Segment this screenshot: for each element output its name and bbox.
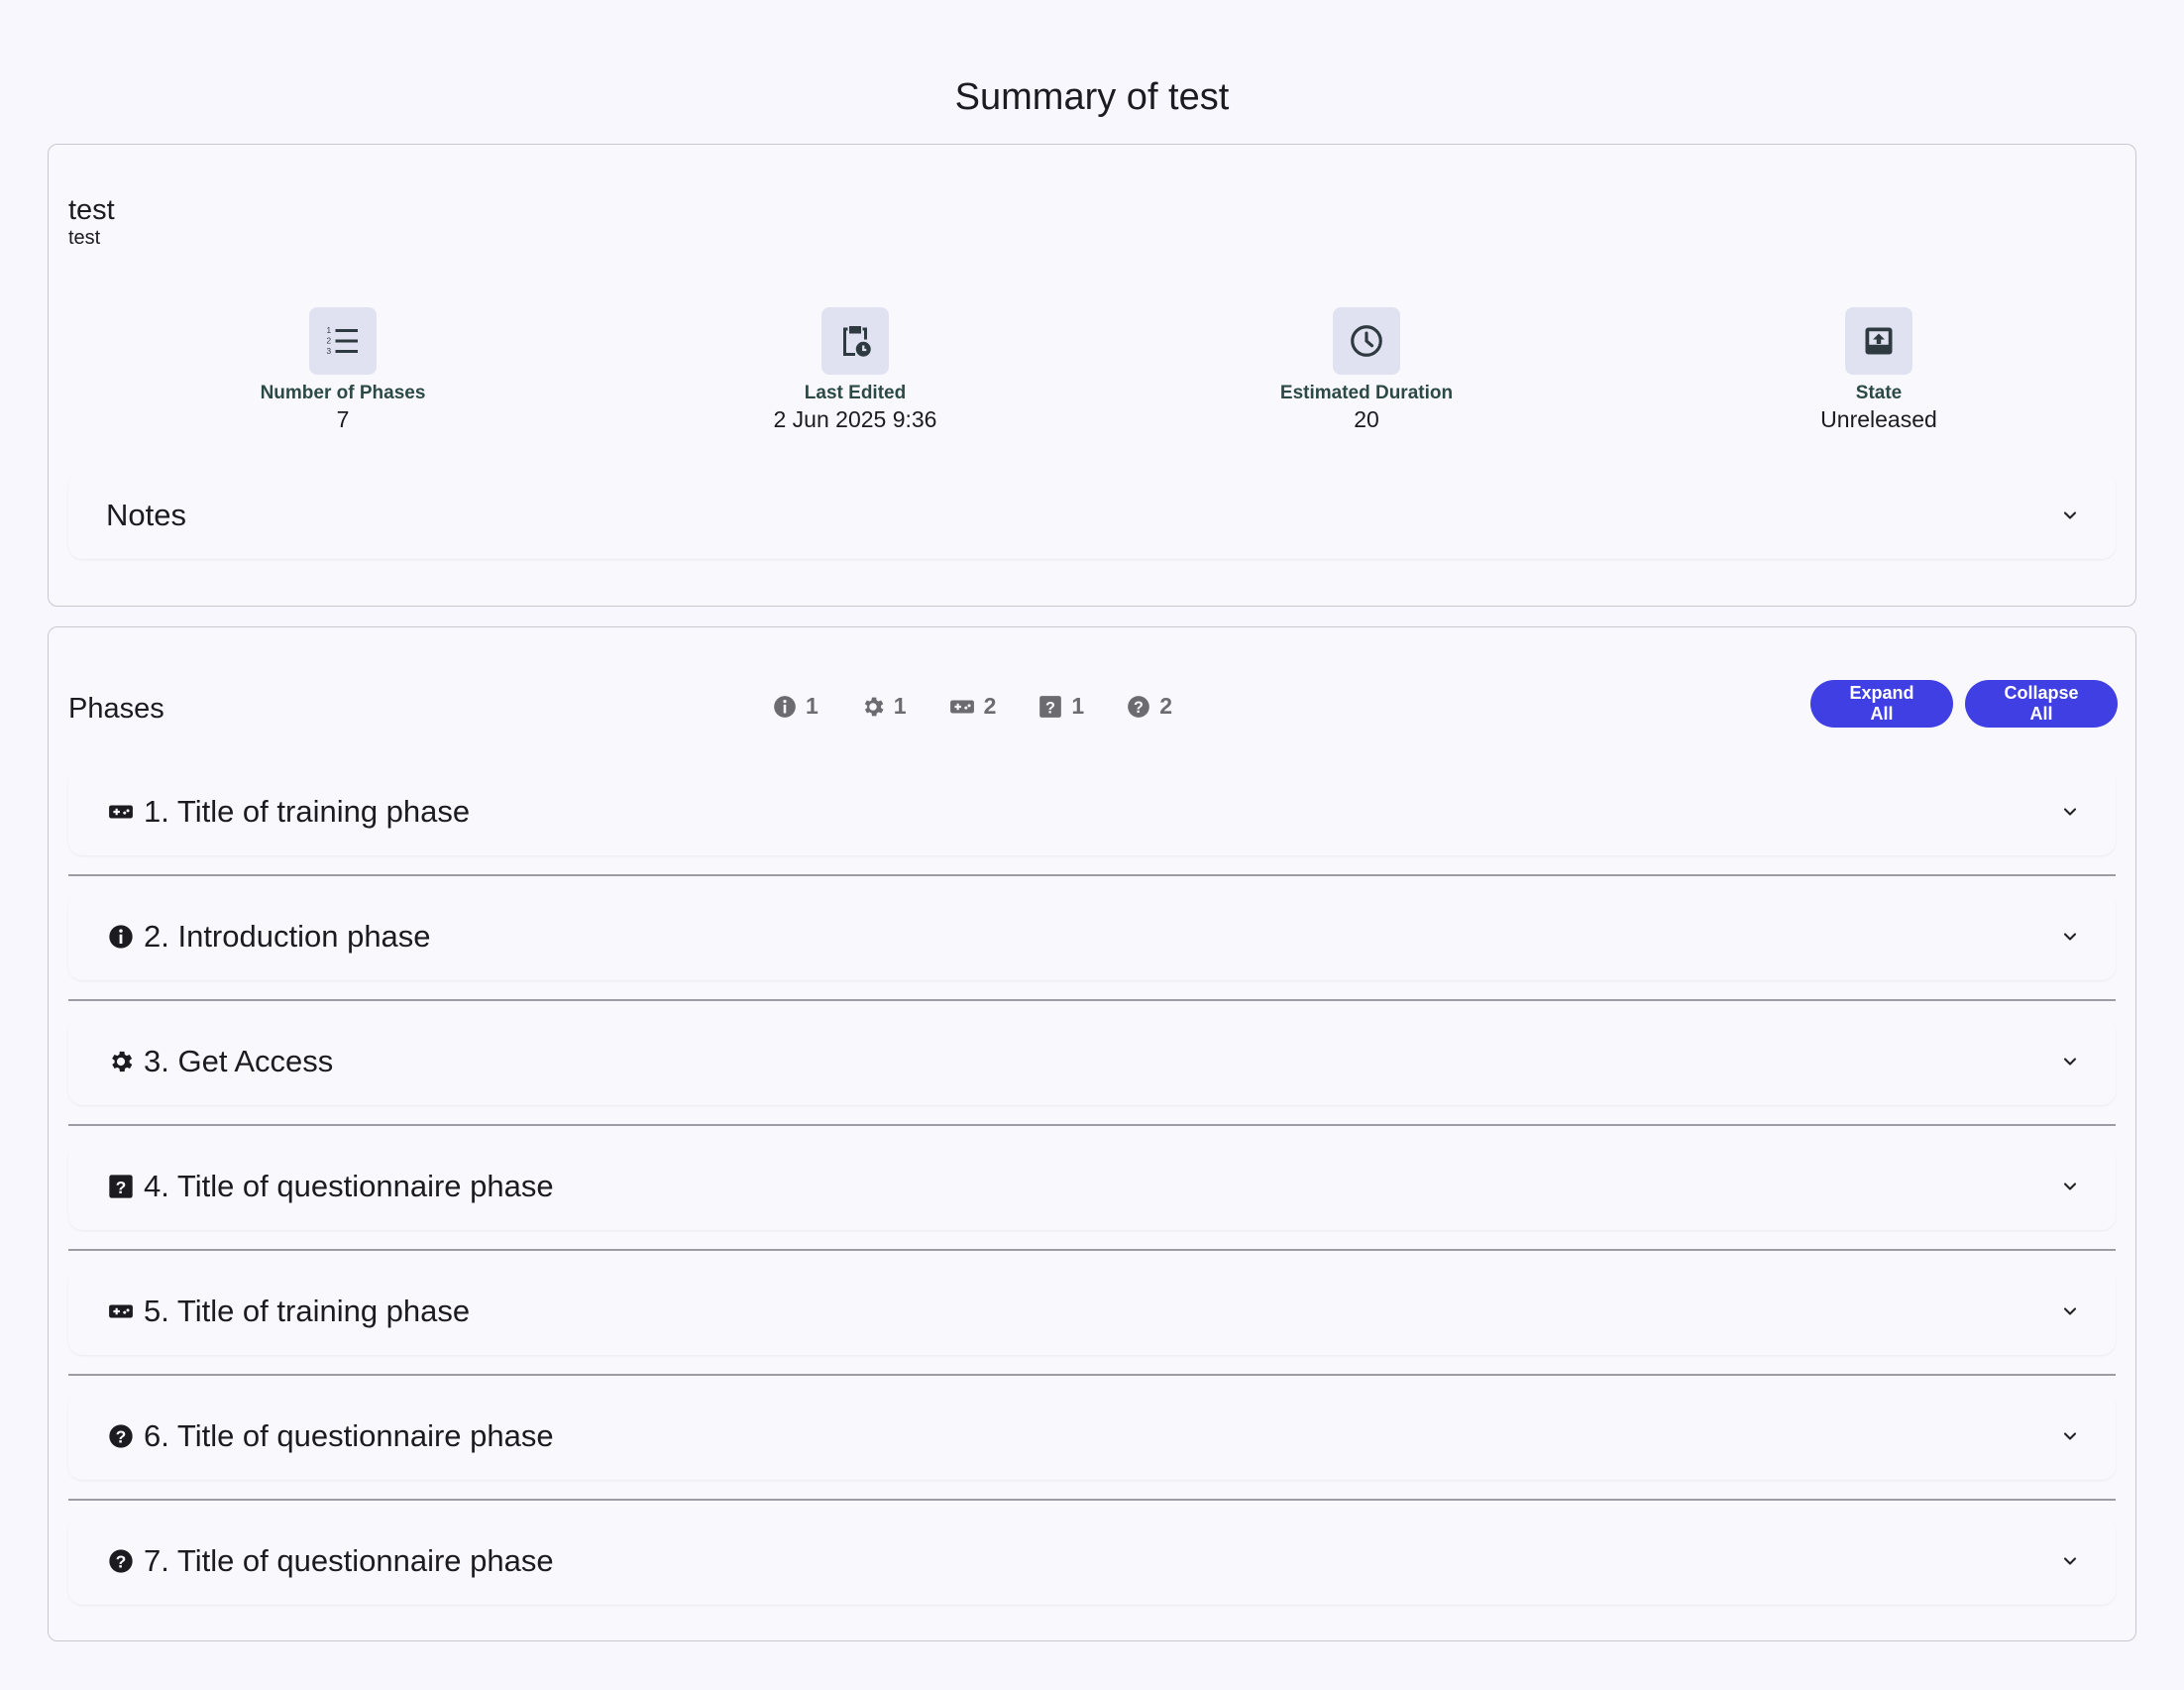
phase-title: 3. Get Access [144, 1044, 334, 1078]
question-square-icon: ? [106, 1173, 136, 1200]
chevron-down-icon [2063, 1183, 2077, 1190]
upload-box-icon [1845, 307, 1912, 375]
count-value: 2 [983, 693, 997, 719]
stat-number-of-phases: 1 2 3 Number of Phases 7 [164, 307, 521, 432]
expand-all-button[interactable]: Expand All [1810, 680, 1953, 728]
chevron-down-icon [2063, 933, 2077, 941]
stat-label: Number of Phases [260, 383, 426, 403]
gamepad-count: 2 [948, 693, 997, 720]
phase-title: 1. Title of training phase [144, 794, 471, 829]
experiment-info-card: test test 1 2 3 Number of Phases 7 Last … [48, 144, 2136, 607]
svg-text:?: ? [116, 1426, 127, 1446]
phase-title: 5. Title of training phase [144, 1294, 471, 1328]
svg-text:?: ? [116, 1551, 127, 1571]
phase-type-counts: 1 1 2 ? 1 ? 2 [772, 693, 1214, 720]
gear-icon [864, 697, 884, 716]
notes-accordion[interactable]: Notes [68, 472, 2116, 559]
stat-estimated-duration: Estimated Duration 20 [1188, 307, 1545, 432]
phase-item-7[interactable]: ? 7. Title of questionnaire phase [68, 1518, 2116, 1605]
phase-item-1[interactable]: 1. Title of training phase [68, 768, 2116, 855]
numbered-list-icon: 1 2 3 [309, 307, 377, 375]
info-count: 1 [772, 693, 819, 720]
divider [68, 874, 2116, 876]
question-circle-count: ? 2 [1126, 693, 1172, 720]
gamepad-icon [106, 799, 136, 825]
phase-item-5[interactable]: 5. Title of training phase [68, 1268, 2116, 1355]
phase-title: 4. Title of questionnaire phase [144, 1169, 554, 1203]
info-icon [106, 923, 136, 951]
stat-state: State Unreleased [1700, 307, 2057, 432]
info-icon [774, 695, 796, 718]
phases-title: Phases [68, 693, 164, 725]
svg-text:?: ? [116, 1178, 127, 1197]
svg-text:3: 3 [327, 347, 332, 356]
phase-title: 2. Introduction phase [144, 919, 431, 954]
stat-value: 2 Jun 2025 9:36 [773, 406, 937, 432]
clock-icon [1333, 307, 1400, 375]
svg-text:?: ? [1045, 699, 1055, 717]
phase-item-4[interactable]: ? 4. Title of questionnaire phase [68, 1143, 2116, 1230]
svg-text:?: ? [1134, 698, 1144, 716]
gear-icon [106, 1048, 136, 1075]
phase-title: 7. Title of questionnaire phase [144, 1543, 554, 1578]
divider [68, 1249, 2116, 1251]
svg-text:2: 2 [327, 336, 332, 345]
stat-value: Unreleased [1820, 406, 1937, 432]
count-value: 1 [806, 693, 819, 719]
question-circle-icon: ? [1128, 695, 1150, 718]
collapse-all-button[interactable]: Collapse All [1965, 680, 2118, 728]
question-square-icon: ? [1039, 695, 1062, 718]
phase-item-6[interactable]: ? 6. Title of questionnaire phase [68, 1393, 2116, 1480]
stat-value: 20 [1354, 406, 1379, 432]
chevron-down-icon [2063, 1058, 2077, 1066]
gear-count: 1 [860, 693, 907, 720]
divider [68, 999, 2116, 1001]
stat-value: 7 [336, 406, 350, 432]
divider [68, 1374, 2116, 1376]
chevron-down-icon [2063, 1557, 2077, 1565]
stat-label: Estimated Duration [1279, 383, 1454, 403]
chevron-down-icon [2063, 1307, 2077, 1315]
question-circle-icon: ? [106, 1547, 136, 1575]
stat-last-edited: Last Edited 2 Jun 2025 9:36 [677, 307, 1034, 432]
page-title: Summary of test [954, 76, 1230, 118]
phases-card: Phases 1 1 2 ? 1 ? 2 Expand All Collapse… [48, 626, 2136, 1641]
chevron-down-icon [2063, 511, 2077, 519]
chevron-down-icon [2063, 808, 2077, 816]
stat-label: State [1855, 383, 1903, 403]
count-value: 1 [1071, 693, 1085, 719]
svg-text:1: 1 [327, 326, 332, 335]
question-circle-icon: ? [106, 1422, 136, 1450]
count-value: 2 [1159, 693, 1172, 719]
stat-label: Last Edited [804, 383, 907, 403]
notes-label: Notes [106, 498, 186, 532]
divider [68, 1124, 2116, 1126]
gamepad-icon [106, 1298, 136, 1324]
question-square-count: ? 1 [1037, 693, 1084, 720]
phase-item-3[interactable]: 3. Get Access [68, 1018, 2116, 1105]
phase-item-2[interactable]: 2. Introduction phase [68, 893, 2116, 980]
experiment-subtitle: test [68, 227, 101, 249]
count-value: 1 [893, 693, 907, 719]
chevron-down-icon [2063, 1432, 2077, 1440]
phase-title: 6. Title of questionnaire phase [144, 1418, 554, 1453]
divider [68, 1499, 2116, 1501]
gamepad-icon [949, 700, 974, 713]
clipboard-clock-icon [821, 307, 889, 375]
